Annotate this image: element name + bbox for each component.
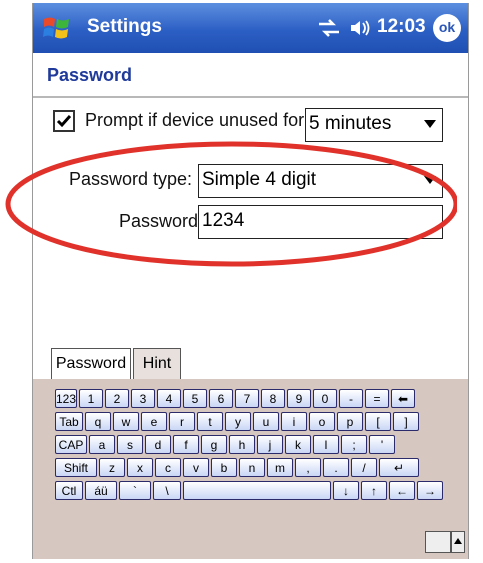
key[interactable]: ↑ [361, 481, 387, 500]
key[interactable]: k [285, 435, 311, 454]
ok-button[interactable]: ok [433, 14, 461, 42]
app-title: Settings [87, 16, 162, 37]
tab-hint[interactable]: Hint [133, 348, 181, 379]
key[interactable]: v [183, 458, 209, 477]
password-type-value: Simple 4 digit [202, 169, 317, 190]
password-type-label: Password type: [69, 169, 193, 189]
key[interactable]: 4 [157, 389, 181, 408]
checkmark-icon [56, 115, 72, 128]
key[interactable]: y [225, 412, 251, 431]
key[interactable]: j [257, 435, 283, 454]
page-header: Password [33, 53, 468, 98]
clock[interactable]: 12:03 [377, 16, 426, 38]
dropdown-arrow-icon [424, 120, 436, 128]
key[interactable]: CAP [55, 435, 87, 454]
key[interactable]: 7 [235, 389, 259, 408]
title-bar: Settings 12:03 ok [33, 3, 468, 53]
prompt-label: Prompt if device unused for [85, 110, 305, 130]
key[interactable]: l [313, 435, 339, 454]
key[interactable]: h [229, 435, 255, 454]
key[interactable]: x [127, 458, 153, 477]
dropdown-arrow-icon [424, 176, 436, 184]
prompt-interval-select[interactable]: 5 minutes [305, 108, 443, 142]
key[interactable]: 123 [55, 389, 77, 408]
key[interactable]: w [113, 412, 139, 431]
windows-start-icon[interactable] [42, 13, 72, 43]
password-value: 1234 [202, 210, 245, 231]
key[interactable]: d [145, 435, 171, 454]
key[interactable]: z [99, 458, 125, 477]
key[interactable]: g [201, 435, 227, 454]
password-input[interactable]: 1234 [198, 205, 443, 239]
key[interactable]: u [253, 412, 279, 431]
key[interactable]: a [89, 435, 115, 454]
key[interactable]: \ [153, 481, 181, 500]
key[interactable]: ; [341, 435, 367, 454]
prompt-checkbox[interactable] [53, 110, 75, 132]
key[interactable]: f [173, 435, 199, 454]
key[interactable]: 6 [209, 389, 233, 408]
key[interactable]: r [169, 412, 195, 431]
key[interactable]: Shift [55, 458, 97, 477]
key[interactable]: 1 [79, 389, 103, 408]
key[interactable]: c [155, 458, 181, 477]
key[interactable]: áü [85, 481, 117, 500]
key[interactable]: ↵ [379, 458, 419, 477]
connectivity-icon[interactable] [317, 18, 341, 38]
key[interactable]: , [295, 458, 321, 477]
prompt-interval-value: 5 minutes [309, 113, 392, 134]
key[interactable]: o [309, 412, 335, 431]
key[interactable]: → [417, 481, 443, 500]
key[interactable]: 0 [313, 389, 337, 408]
key[interactable]: ' [369, 435, 395, 454]
key-space[interactable] [183, 481, 331, 500]
key[interactable]: 9 [287, 389, 311, 408]
key[interactable]: b [211, 458, 237, 477]
key[interactable]: 8 [261, 389, 285, 408]
key[interactable]: 2 [105, 389, 129, 408]
password-type-select[interactable]: Simple 4 digit [198, 164, 443, 198]
key[interactable]: - [339, 389, 363, 408]
key[interactable]: Tab [55, 412, 83, 431]
device-screen: Settings 12:03 ok Password Prompt if dev… [32, 3, 469, 559]
key[interactable]: m [267, 458, 293, 477]
key[interactable]: ↓ [333, 481, 359, 500]
page-title: Password [47, 65, 133, 85]
tab-password[interactable]: Password [51, 348, 131, 379]
input-method-arrow-icon[interactable] [451, 531, 465, 553]
key[interactable]: / [351, 458, 377, 477]
key[interactable]: ` [119, 481, 151, 500]
volume-icon[interactable] [349, 18, 373, 38]
key[interactable]: = [365, 389, 389, 408]
key[interactable]: e [141, 412, 167, 431]
key[interactable]: . [323, 458, 349, 477]
key[interactable]: s [117, 435, 143, 454]
key[interactable]: Ctl [55, 481, 83, 500]
key[interactable]: q [85, 412, 111, 431]
key[interactable]: 5 [183, 389, 207, 408]
key[interactable]: ← [389, 481, 415, 500]
key[interactable]: n [239, 458, 265, 477]
password-label: Password: [119, 211, 204, 231]
key[interactable]: ⬅ [391, 389, 415, 408]
key[interactable]: p [337, 412, 363, 431]
keyboard-icon[interactable] [425, 531, 451, 553]
key[interactable]: t [197, 412, 223, 431]
key[interactable]: ] [393, 412, 419, 431]
key[interactable]: i [281, 412, 307, 431]
key[interactable]: 3 [131, 389, 155, 408]
key[interactable]: [ [365, 412, 391, 431]
